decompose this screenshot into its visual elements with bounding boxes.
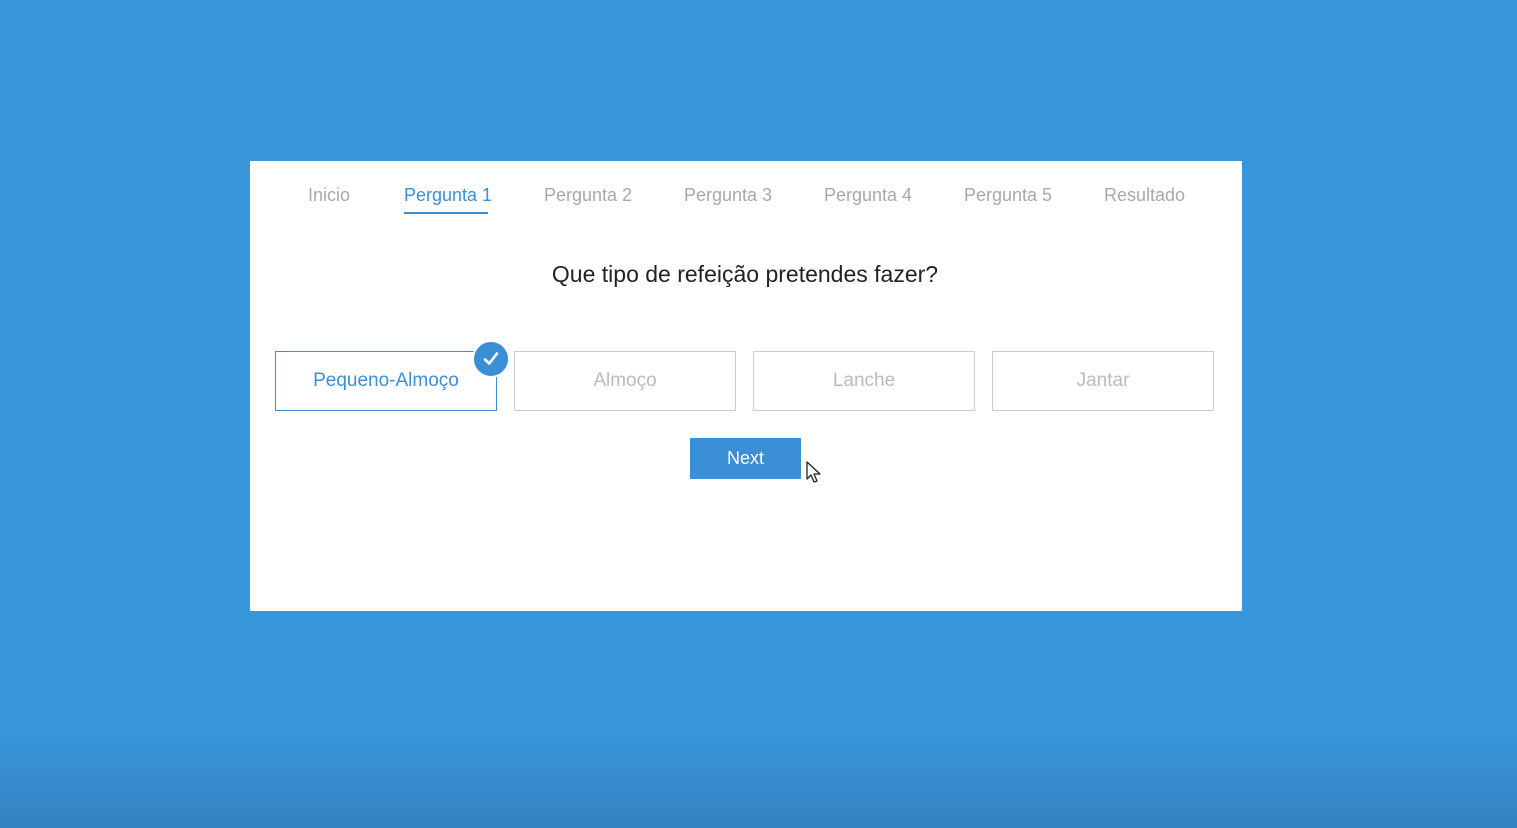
tab-pergunta-2[interactable]: Pergunta 2 — [544, 185, 632, 206]
option-label: Lanche — [832, 370, 896, 391]
active-tab-indicator — [404, 212, 488, 214]
quiz-card: Inicio Pergunta 1 Pergunta 2 Pergunta 3 … — [250, 161, 1242, 611]
option-label: Pequeno-Almoço — [313, 370, 459, 391]
next-button[interactable]: Next — [690, 438, 801, 479]
tab-resultado[interactable]: Resultado — [1104, 185, 1185, 206]
tab-pergunta-3[interactable]: Pergunta 3 — [684, 185, 772, 206]
check-icon — [472, 340, 510, 378]
tab-inicio[interactable]: Inicio — [308, 185, 350, 206]
step-tabs: Inicio Pergunta 1 Pergunta 2 Pergunta 3 … — [250, 161, 1242, 221]
question-title: Que tipo de refeição pretendes fazer? — [551, 261, 939, 287]
tab-pergunta-5[interactable]: Pergunta 5 — [964, 185, 1052, 206]
option-jantar[interactable]: Jantar — [992, 351, 1214, 411]
option-label: Almoço — [593, 370, 657, 391]
option-label: Jantar — [1076, 370, 1130, 391]
option-pequeno-almoco[interactable]: Pequeno-Almoço — [275, 351, 497, 411]
option-lanche[interactable]: Lanche — [753, 351, 975, 411]
mouse-cursor-icon — [806, 461, 822, 485]
option-almoco[interactable]: Almoço — [514, 351, 736, 411]
tab-pergunta-4[interactable]: Pergunta 4 — [824, 185, 912, 206]
tab-pergunta-1[interactable]: Pergunta 1 — [404, 185, 492, 206]
